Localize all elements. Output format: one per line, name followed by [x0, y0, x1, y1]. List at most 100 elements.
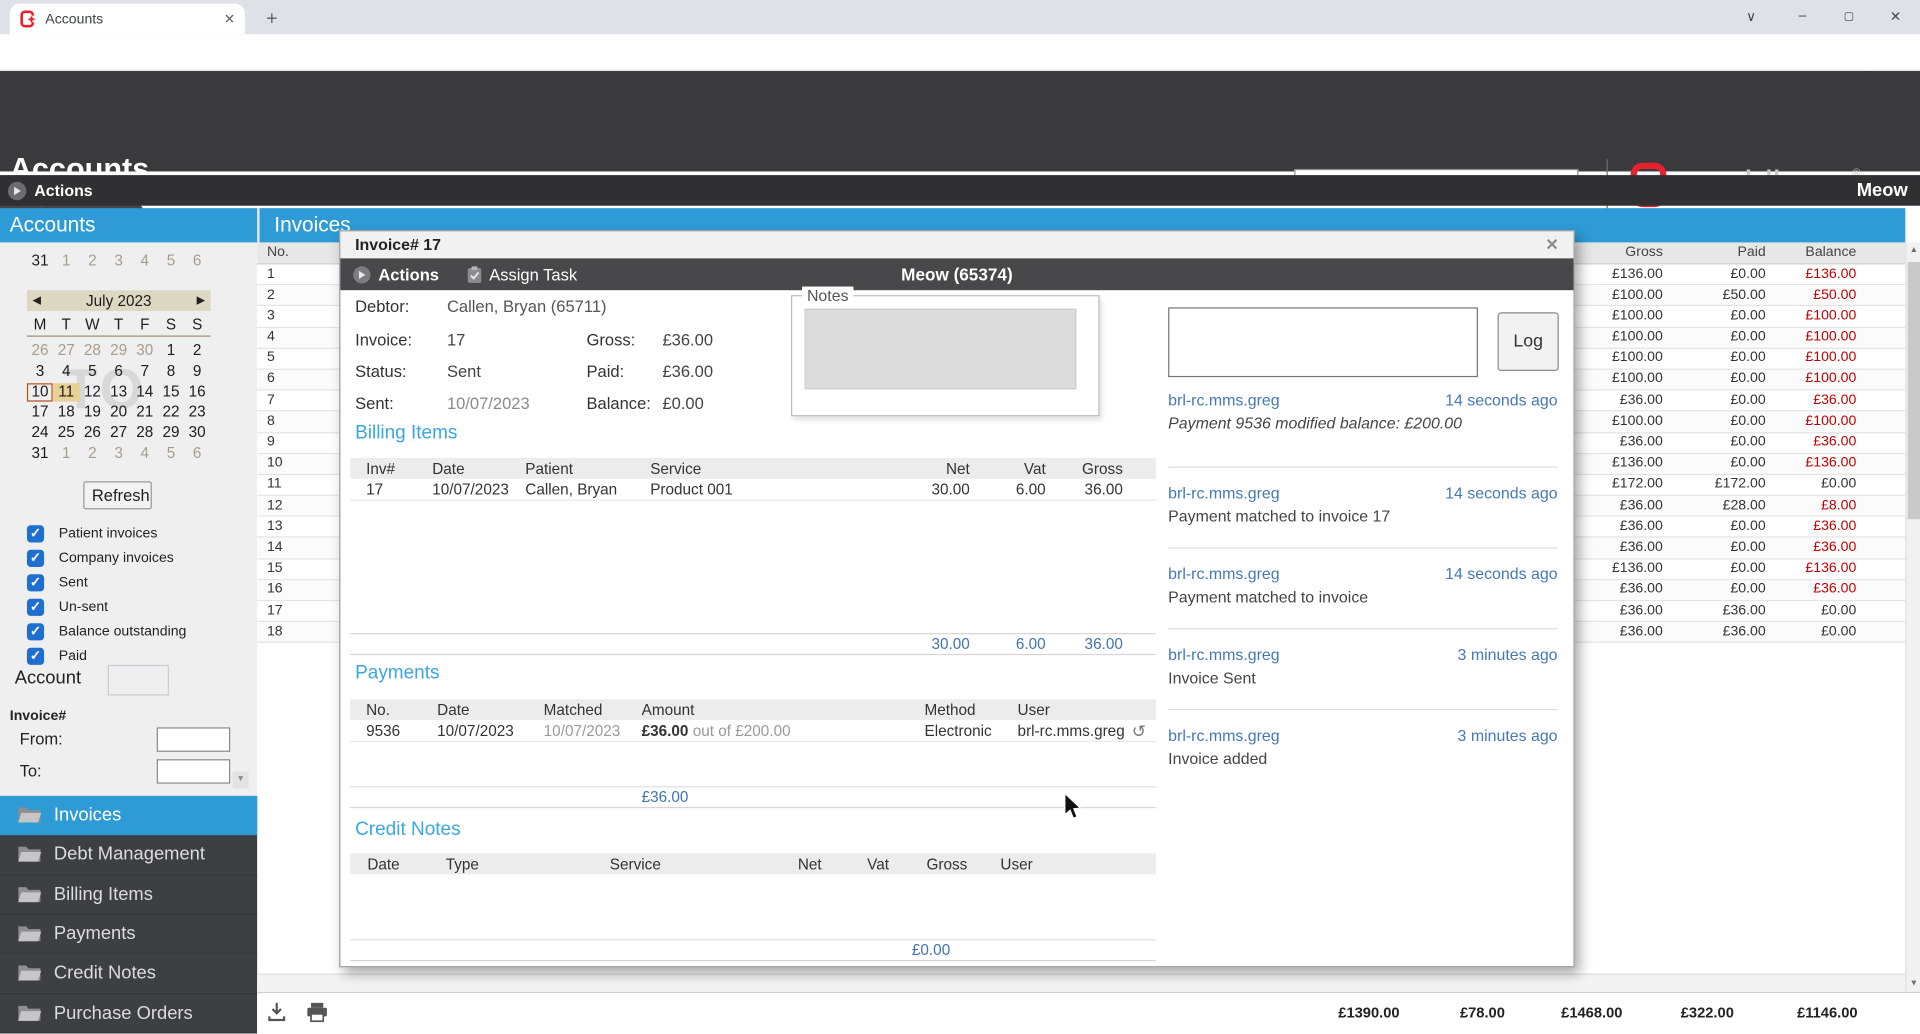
scrollbar-thumb[interactable]: [1908, 262, 1920, 519]
vertical-scrollbar[interactable]: ▲ ▼: [1905, 242, 1920, 991]
calendar-day[interactable]: 5: [158, 444, 184, 462]
payment-row[interactable]: 9536 10/07/2023 10/07/2023 £36.00 out of…: [350, 720, 1156, 742]
notes-textarea[interactable]: [804, 309, 1076, 390]
calendar-day[interactable]: 2: [79, 444, 105, 462]
calendar-day[interactable]: 27: [106, 424, 132, 442]
actions-icon[interactable]: [7, 181, 27, 201]
calendar-day[interactable]: 11: [53, 383, 79, 401]
calendar-day[interactable]: 4: [53, 362, 79, 380]
calendar-day[interactable]: 14: [132, 383, 158, 401]
calendar-day[interactable]: 30: [132, 342, 158, 360]
prev-month-icon[interactable]: ◀: [27, 294, 47, 307]
calendar-day[interactable]: 4: [132, 252, 158, 270]
calendar-day[interactable]: 31: [27, 252, 53, 270]
calendar-day[interactable]: 3: [27, 362, 53, 380]
calendar-day[interactable]: 27: [53, 342, 79, 360]
sidebar-nav-invoices[interactable]: Invoices: [0, 796, 257, 836]
calendar-day[interactable]: 6: [106, 362, 132, 380]
log-button[interactable]: Log: [1498, 312, 1559, 371]
calendar-day[interactable]: 6: [184, 444, 210, 462]
calendar-day[interactable]: 3: [106, 252, 132, 270]
calendar-day[interactable]: 19: [79, 403, 105, 421]
payment-history-icon[interactable]: ↺: [1132, 721, 1146, 742]
calendar-day[interactable]: 23: [184, 403, 210, 421]
calendar-day[interactable]: 28: [132, 424, 158, 442]
calendar-day[interactable]: 26: [79, 424, 105, 442]
tab-search-icon[interactable]: ∨: [1741, 9, 1761, 25]
browser-tab[interactable]: Accounts ✕: [10, 4, 245, 35]
calendar-day[interactable]: 2: [184, 342, 210, 360]
account-input[interactable]: [108, 665, 169, 696]
calendar-day[interactable]: 16: [184, 383, 210, 401]
log-time-link[interactable]: 3 minutes ago: [1458, 645, 1558, 663]
calendar-day[interactable]: 8: [158, 362, 184, 380]
window-close-icon[interactable]: ✕: [1886, 9, 1906, 25]
calendar-day[interactable]: 4: [132, 444, 158, 462]
calendar-day[interactable]: 5: [79, 362, 105, 380]
calendar-day[interactable]: 13: [106, 383, 132, 401]
calendar-day[interactable]: 20: [106, 403, 132, 421]
checkbox-checked-icon[interactable]: ✓: [27, 599, 44, 616]
sidebar-nav-purchase-orders[interactable]: Purchase Orders: [0, 994, 257, 1034]
calendar-day[interactable]: 17: [27, 403, 53, 421]
window-minimize-icon[interactable]: –: [1793, 9, 1813, 24]
sidebar-nav-credit-notes[interactable]: Credit Notes: [0, 954, 257, 994]
log-user-link[interactable]: brl-rc.mms.greg: [1168, 391, 1279, 409]
calendar-day[interactable]: 1: [53, 444, 79, 462]
scroll-up-icon[interactable]: ▲: [1907, 242, 1920, 258]
calendar-day[interactable]: 15: [158, 383, 184, 401]
calendar-day[interactable]: 28: [79, 342, 105, 360]
calendar-day[interactable]: 1: [158, 342, 184, 360]
dialog-close-icon[interactable]: ✕: [1545, 235, 1558, 255]
refresh-button[interactable]: Refresh: [83, 481, 152, 509]
invoice-from-input[interactable]: [157, 727, 230, 751]
log-user-link[interactable]: brl-rc.mms.greg: [1168, 645, 1279, 663]
checkbox-checked-icon[interactable]: ✓: [27, 623, 44, 640]
print-icon[interactable]: [306, 1002, 328, 1023]
checkbox-checked-icon[interactable]: ✓: [27, 648, 44, 665]
calendar-day[interactable]: 22: [158, 403, 184, 421]
log-user-link[interactable]: brl-rc.mms.greg: [1168, 726, 1279, 744]
calendar-day[interactable]: 3: [106, 444, 132, 462]
calendar-day[interactable]: 26: [27, 342, 53, 360]
calendar-day[interactable]: 29: [158, 424, 184, 442]
invoice-to-input[interactable]: [157, 759, 230, 783]
calendar-day[interactable]: 31: [27, 444, 53, 462]
sidebar-nav-payments[interactable]: Payments: [0, 915, 257, 955]
calendar-day[interactable]: 12: [79, 383, 105, 401]
calendar-day[interactable]: 24: [27, 424, 53, 442]
panel-scroll-down-icon[interactable]: ▼: [233, 771, 249, 788]
scroll-down-icon[interactable]: ▼: [1907, 976, 1920, 992]
calendar-day[interactable]: 18: [53, 403, 79, 421]
calendar-day[interactable]: 1: [53, 252, 79, 270]
calendar-day[interactable]: 6: [184, 252, 210, 270]
tab-close-icon[interactable]: ✕: [224, 11, 235, 27]
download-icon[interactable]: [267, 1002, 287, 1023]
billing-item-row[interactable]: 17 10/07/2023 Callen, Bryan Product 001 …: [350, 479, 1156, 501]
log-time-link[interactable]: 14 seconds ago: [1445, 391, 1557, 409]
new-tab-button[interactable]: +: [260, 7, 284, 31]
sidebar-nav-billing-items[interactable]: Billing Items: [0, 875, 257, 915]
sidebar-nav-debt-management[interactable]: Debt Management: [0, 836, 257, 876]
calendar-day[interactable]: 25: [53, 424, 79, 442]
log-time-link[interactable]: 14 seconds ago: [1445, 564, 1557, 582]
calendar-day[interactable]: 29: [106, 342, 132, 360]
calendar-day[interactable]: 5: [158, 252, 184, 270]
window-maximize-icon[interactable]: ▢: [1839, 10, 1859, 23]
log-user-link[interactable]: brl-rc.mms.greg: [1168, 564, 1279, 582]
dialog-titlebar[interactable]: Invoice# 17 ✕: [340, 231, 1573, 258]
checkbox-checked-icon[interactable]: ✓: [27, 574, 44, 591]
calendar-day[interactable]: 9: [184, 362, 210, 380]
calendar-day[interactable]: 2: [79, 252, 105, 270]
log-time-link[interactable]: 14 seconds ago: [1445, 484, 1557, 502]
checkbox-checked-icon[interactable]: ✓: [27, 550, 44, 567]
checkbox-checked-icon[interactable]: ✓: [27, 525, 44, 542]
calendar-day[interactable]: 30: [184, 424, 210, 442]
actions-label[interactable]: Actions: [34, 181, 92, 199]
calendar-day[interactable]: 7: [132, 362, 158, 380]
horizontal-scrollbar[interactable]: [257, 973, 1905, 991]
log-comment-input[interactable]: [1168, 307, 1478, 377]
next-month-icon[interactable]: ▶: [191, 294, 211, 307]
log-user-link[interactable]: brl-rc.mms.greg: [1168, 484, 1279, 502]
calendar-day[interactable]: 21: [132, 403, 158, 421]
